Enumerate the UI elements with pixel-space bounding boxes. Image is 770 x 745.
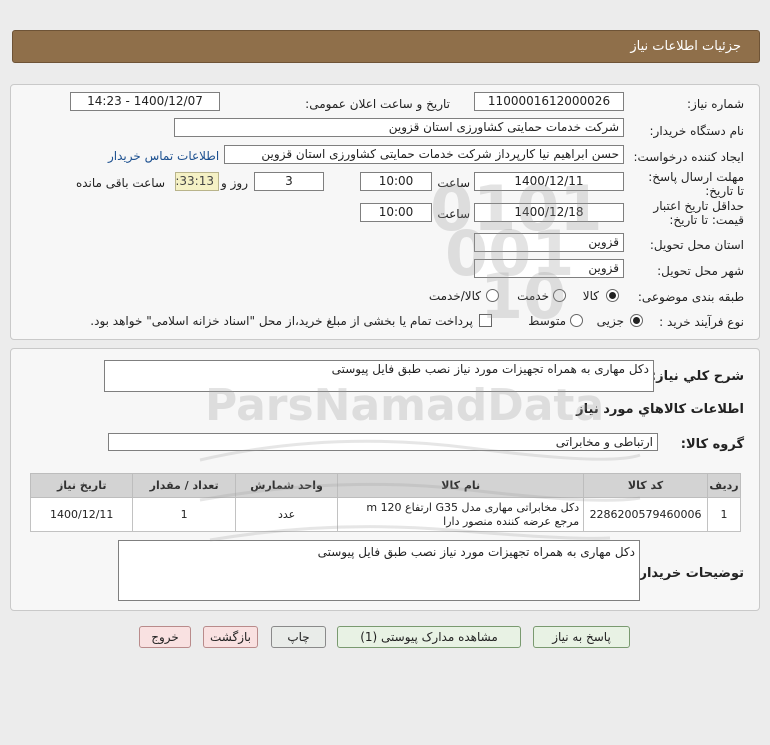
exit-button[interactable]: خروج xyxy=(139,626,191,648)
time-remaining-field: 15:33:13 xyxy=(175,172,219,191)
process-label: نوع فرآیند خرید : xyxy=(659,315,744,329)
goods-group-label: گروه کالا: xyxy=(680,437,744,452)
table-row: 1 2286200579460006 دکل مخابراتی مهاری مد… xyxy=(29,497,741,532)
page-title-bar: جزئیات اطلاعات نیاز xyxy=(12,30,760,63)
days-label: روز و xyxy=(221,176,248,190)
buyer-org-label: نام دستگاه خریدار: xyxy=(649,124,745,138)
validity-hour-label: ساعت xyxy=(437,207,470,221)
validity-time-field: 10:00 xyxy=(360,203,432,222)
buyer-contact-link[interactable]: اطلاعات تماس خریدار xyxy=(108,149,219,163)
goods-table: ردیف کد کالا نام کالا واحد شمارش تعداد /… xyxy=(29,473,741,532)
category-label: طبقه بندی موضوعی: xyxy=(637,290,744,304)
category-service-radio[interactable] xyxy=(553,289,566,302)
city-label: شهر محل تحویل: xyxy=(657,264,744,278)
category-goods-label: کالا xyxy=(582,289,599,303)
col-header-qty: تعداد / مقدار xyxy=(132,473,236,498)
province-label: استان محل تحویل: xyxy=(649,238,744,252)
cell-date: 1400/12/11 xyxy=(29,497,134,532)
deadline-date-field: 1400/12/11 xyxy=(474,172,624,191)
announce-label: تاریخ و ساعت اعلان عمومی: xyxy=(305,97,450,111)
cell-row-no: 1 xyxy=(707,497,741,532)
process-medium-label: متوسط xyxy=(528,314,566,328)
category-goods-service-label: کالا/خدمت xyxy=(428,289,481,303)
announce-datetime-field: 1400/12/07 - 14:23 xyxy=(70,92,220,111)
treasury-note: پرداخت تمام یا بخشی از مبلغ خرید،از محل … xyxy=(90,314,473,328)
category-service-label: خدمت xyxy=(517,289,549,303)
reply-button[interactable]: پاسخ به نیاز xyxy=(533,626,630,648)
buyer-notes-label: توضیحات خریدار: xyxy=(634,566,744,581)
category-goods-radio[interactable] xyxy=(606,289,619,302)
creator-field: حسن ابراهیم نیا کارپرداز شرکت خدمات حمای… xyxy=(224,145,624,164)
col-header-code: کد کالا xyxy=(583,473,709,498)
validity-label: حداقل تاریخ اعتبار قیمت: تا تاریخ: xyxy=(653,199,744,227)
back-button[interactable]: بازگشت xyxy=(203,626,258,648)
summary-field: دکل مهاری به همراه تجهیزات مورد نیاز نصب… xyxy=(104,360,654,392)
treasury-checkbox[interactable] xyxy=(479,314,492,327)
goods-group-field: ارتباطی و مخابراتی xyxy=(108,433,658,451)
print-button[interactable]: چاپ xyxy=(271,626,326,648)
process-minor-radio[interactable] xyxy=(630,314,643,327)
category-goods-service-radio[interactable] xyxy=(486,289,499,302)
need-number-label: شماره نیاز: xyxy=(687,97,744,111)
goods-heading: اطلاعات کالاهاي مورد نياز xyxy=(576,402,744,417)
col-header-name: نام کالا xyxy=(337,473,585,498)
cell-unit: عدد xyxy=(234,497,339,532)
need-number-field: 1100001612000026 xyxy=(474,92,624,111)
page-title: جزئیات اطلاعات نیاز xyxy=(630,39,741,54)
cell-name: دکل مخابراتی مهاری مدل G35 ارتفاع 120 m … xyxy=(337,497,585,532)
buyer-org-field: شرکت خدمات حمایتی کشاورزی استان قزوین xyxy=(174,118,624,137)
days-remaining-field: 3 xyxy=(254,172,324,191)
view-attachments-button[interactable]: مشاهده مدارک پیوستی (1) xyxy=(337,626,521,648)
deadline-hour-label: ساعت xyxy=(437,176,470,190)
city-field: قزوین xyxy=(474,259,624,278)
process-medium-radio[interactable] xyxy=(570,314,583,327)
deadline-label: مهلت ارسال پاسخ: تا تاریخ: xyxy=(648,170,744,198)
cell-qty: 1 xyxy=(132,497,236,532)
goods-table-header: ردیف کد کالا نام کالا واحد شمارش تعداد /… xyxy=(29,473,741,498)
province-field: قزوین xyxy=(474,233,624,252)
col-header-date: تاریخ نیاز xyxy=(29,473,134,498)
creator-label: ایجاد کننده درخواست: xyxy=(633,150,744,164)
process-minor-label: جزیی xyxy=(596,314,624,328)
cell-code: 2286200579460006 xyxy=(583,497,709,532)
validity-date-field: 1400/12/18 xyxy=(474,203,624,222)
buyer-notes-field: دکل مهاری به همراه تجهیزات مورد نیاز نصب… xyxy=(118,540,640,601)
deadline-time-field: 10:00 xyxy=(360,172,432,191)
col-header-unit: واحد شمارش xyxy=(234,473,339,498)
summary-label: شرح کلي نياز: xyxy=(650,369,744,384)
col-header-row-no: ردیف xyxy=(707,473,741,498)
time-remaining-label: ساعت باقی مانده xyxy=(75,176,165,190)
